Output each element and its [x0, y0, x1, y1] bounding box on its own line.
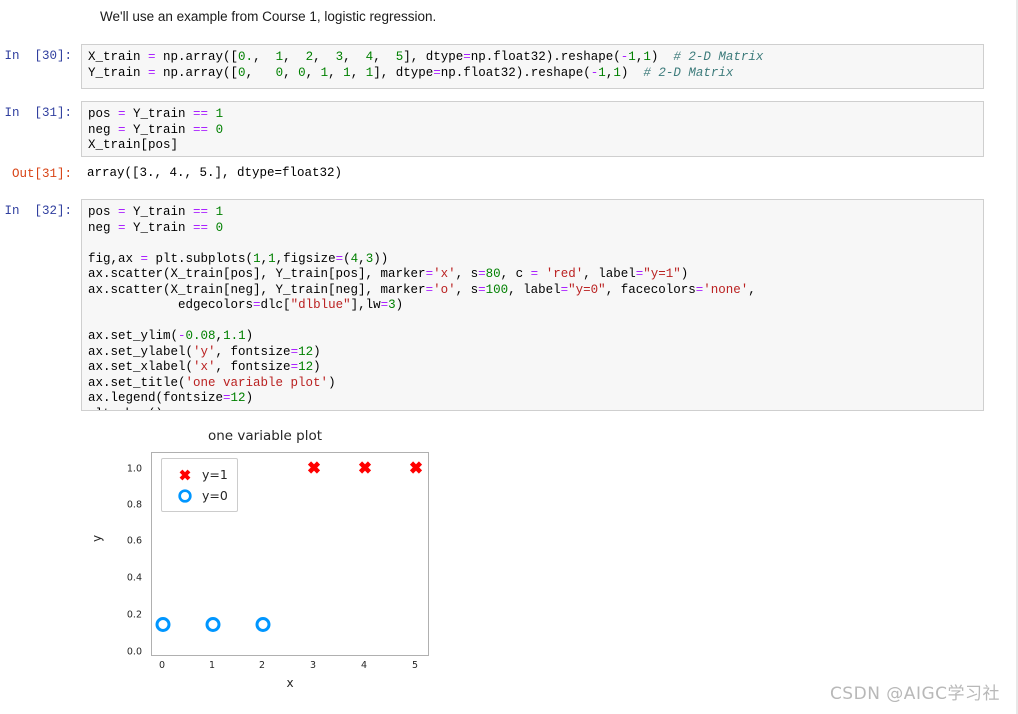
- legend-item-y0: y=0: [168, 485, 228, 506]
- legend-label-y1: y=1: [202, 467, 228, 482]
- x-tick-label-5: 5: [411, 660, 419, 671]
- x-tick-label-4: 4: [360, 660, 368, 671]
- code-editor-32[interactable]: pos = Y_train == 1 neg = Y_train == 0 fi…: [81, 199, 984, 411]
- y-tick-label-3: 0.6: [126, 535, 142, 547]
- code-cell-31[interactable]: In [31]: pos = Y_train == 1 neg = Y_trai…: [0, 101, 996, 157]
- code-editor-30[interactable]: X_train = np.array([0., 1, 2, 3, 4, 5], …: [81, 44, 984, 89]
- output-text-31: array([3., 4., 5.], dtype=float32): [87, 166, 343, 180]
- chart-title: one variable plot: [207, 428, 323, 444]
- y-tick-label-2: 0.4: [126, 572, 142, 584]
- jupyter-notebook: We'll use an example from Course 1, logi…: [0, 0, 1018, 714]
- data-point-y1-0: [305, 459, 323, 482]
- y-tick-label-4: 0.8: [126, 499, 142, 511]
- data-point-y0-0: [154, 616, 172, 639]
- x-tick-label-1: 1: [208, 660, 216, 671]
- legend-label-y0: y=0: [202, 488, 228, 503]
- x-tick-label-2: 2: [258, 660, 266, 671]
- code-cell-30[interactable]: In [30]: X_train = np.array([0., 1, 2, 3…: [0, 44, 996, 89]
- y-tick-label-0: 0.0: [126, 646, 142, 658]
- data-point-y0-1: [204, 616, 222, 639]
- y-tick-label-1: 0.2: [126, 609, 142, 621]
- chart-plot-area: y=1 y=0: [151, 452, 429, 656]
- prompt-in-31: In [31]:: [4, 106, 72, 120]
- chart-legend: y=1 y=0: [161, 458, 238, 512]
- legend-x-marker-icon: [168, 467, 202, 483]
- legend-circle-marker-icon: [168, 488, 202, 504]
- csdn-watermark: CSDN @AIGC学习社: [829, 684, 1000, 704]
- y-tick-label-5: 1.0: [126, 463, 142, 475]
- x-tick-label-3: 3: [309, 660, 317, 671]
- prompt-in-30: In [30]:: [4, 49, 72, 63]
- legend-item-y1: y=1: [168, 464, 228, 485]
- code-cell-32[interactable]: In [32]: pos = Y_train == 1 neg = Y_trai…: [0, 199, 996, 411]
- x-axis-label: x: [286, 676, 294, 690]
- output-cell-31: Out[31]: array([3., 4., 5.], dtype=float…: [0, 162, 996, 186]
- prompt-out-31: Out[31]:: [11, 167, 72, 181]
- markdown-cell-text[interactable]: We'll use an example from Course 1, logi…: [100, 8, 980, 26]
- data-point-y1-2: [407, 459, 425, 482]
- matplotlib-figure: one variable plot 0.0 0.2 0.4 0.6 0.8 1.…: [90, 424, 500, 699]
- x-tick-label-0: 0: [158, 660, 166, 671]
- data-point-y1-1: [356, 459, 374, 482]
- data-point-y0-2: [254, 616, 272, 639]
- prompt-in-32: In [32]:: [4, 204, 72, 218]
- code-editor-31[interactable]: pos = Y_train == 1 neg = Y_train == 0 X_…: [81, 101, 984, 157]
- y-axis-label: y: [90, 534, 104, 542]
